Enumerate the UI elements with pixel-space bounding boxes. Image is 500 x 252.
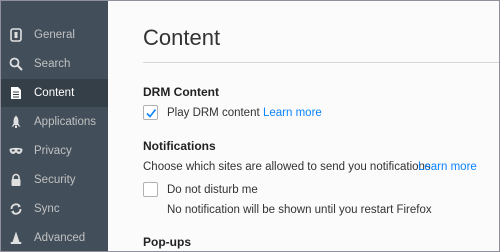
sync-icon bbox=[1, 195, 31, 223]
sidebar-item-content[interactable]: Content bbox=[1, 79, 108, 107]
sidebar-item-sync[interactable]: Sync bbox=[1, 195, 108, 223]
sidebar: General Search Content Applications Priv… bbox=[1, 1, 108, 251]
notifications-description: Choose which sites are allowed to send y… bbox=[143, 161, 431, 173]
drm-checkbox[interactable] bbox=[143, 105, 158, 120]
wizard-hat-icon bbox=[1, 224, 31, 252]
popups-heading: Pop-ups bbox=[143, 235, 191, 249]
general-icon bbox=[1, 21, 31, 49]
sidebar-item-privacy[interactable]: Privacy bbox=[1, 137, 108, 165]
content-pane: Content DRM Content Play DRM content Lea… bbox=[108, 1, 499, 251]
do-not-disturb-note: No notification will be shown until you … bbox=[167, 204, 432, 216]
drm-heading: DRM Content bbox=[143, 85, 219, 99]
sidebar-item-security[interactable]: Security bbox=[1, 166, 108, 194]
sidebar-item-label: Security bbox=[34, 174, 76, 186]
sidebar-item-label: Sync bbox=[34, 203, 60, 215]
mask-icon bbox=[1, 137, 31, 165]
sidebar-item-applications[interactable]: Applications bbox=[1, 108, 108, 136]
sidebar-item-label: Content bbox=[34, 87, 75, 99]
checkmark-icon bbox=[145, 108, 156, 118]
page-title: Content bbox=[143, 25, 221, 50]
sidebar-item-label: Applications bbox=[34, 116, 97, 128]
search-icon bbox=[1, 50, 31, 78]
sidebar-item-label: Search bbox=[34, 58, 71, 70]
drm-checkbox-label[interactable]: Play DRM content bbox=[167, 107, 260, 119]
rocket-icon bbox=[1, 108, 31, 136]
sidebar-item-general[interactable]: General bbox=[1, 21, 108, 49]
title-divider bbox=[143, 62, 499, 63]
sidebar-item-search[interactable]: Search bbox=[1, 50, 108, 78]
notifications-heading: Notifications bbox=[143, 139, 216, 153]
sidebar-item-label: Privacy bbox=[34, 145, 72, 157]
drm-learn-more-link[interactable]: Learn more bbox=[263, 107, 322, 119]
do-not-disturb-label[interactable]: Do not disturb me bbox=[167, 184, 258, 196]
sidebar-item-label: Advanced bbox=[34, 232, 86, 244]
do-not-disturb-checkbox[interactable] bbox=[143, 182, 158, 197]
sidebar-item-label: General bbox=[34, 29, 75, 41]
content-icon bbox=[1, 79, 31, 107]
notifications-learn-more-link[interactable]: Learn more bbox=[418, 161, 477, 173]
lock-icon bbox=[1, 166, 31, 194]
sidebar-item-advanced[interactable]: Advanced bbox=[1, 224, 108, 252]
